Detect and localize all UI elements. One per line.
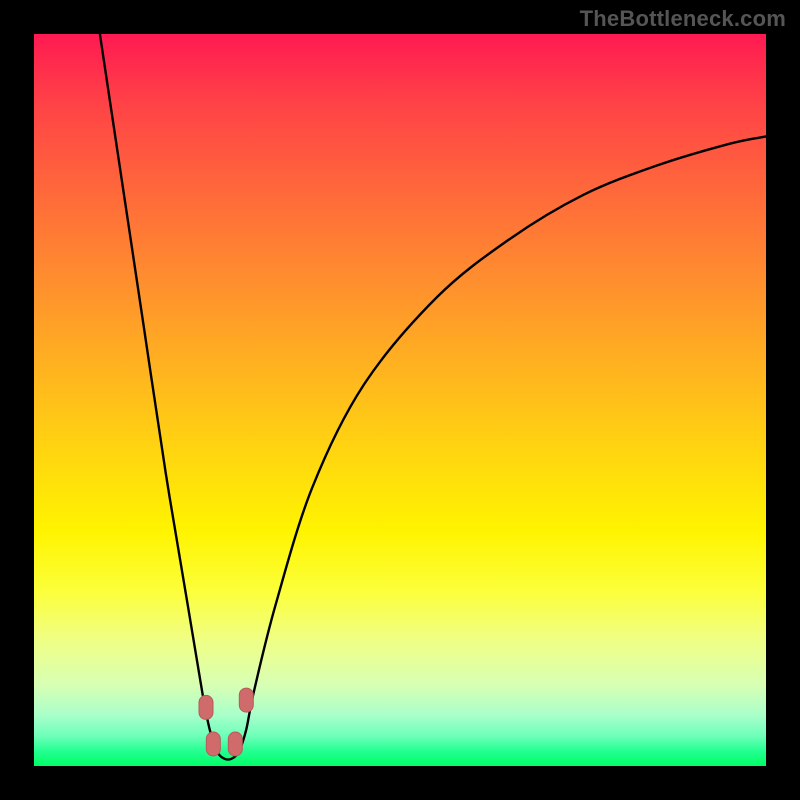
frame-right xyxy=(766,0,800,800)
curve-marker xyxy=(206,732,220,756)
curve-marker xyxy=(239,688,253,712)
watermark-text: TheBottleneck.com xyxy=(580,6,786,32)
curve-marker xyxy=(228,732,242,756)
frame-bottom xyxy=(0,766,800,800)
frame-left xyxy=(0,0,34,800)
chart-plot-area xyxy=(34,34,766,766)
curve-marker xyxy=(199,695,213,719)
bottleneck-curve xyxy=(34,34,766,766)
